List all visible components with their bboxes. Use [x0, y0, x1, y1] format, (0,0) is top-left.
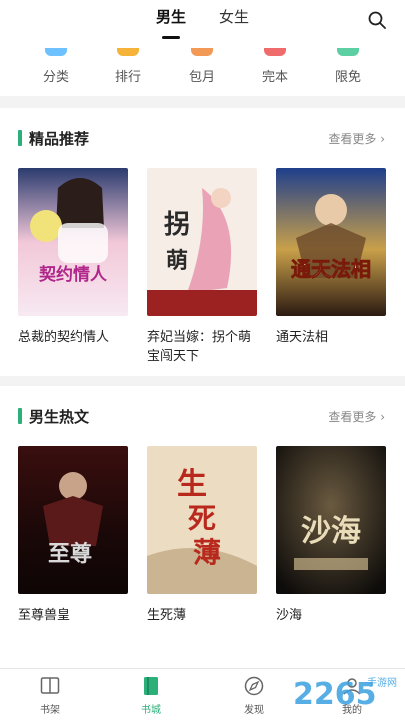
section-header: 精品推荐 查看更多 › [0, 108, 405, 164]
book-title: 通天法相 [276, 330, 329, 345]
bottom-navigation: 书架 书城 发现 我的 [0, 668, 405, 720]
svg-text:通天法相: 通天法相 [291, 257, 371, 281]
bookstore-icon [144, 677, 158, 695]
monthly-icon [191, 48, 213, 56]
category-icon [45, 48, 67, 56]
section-featured: 精品推荐 查看更多 › 契约情人 总裁的契约情人 拐 萌 弃妃当嫁：拐个萌宝闯天… [0, 108, 405, 376]
view-more-link[interactable]: 查看更多 › [328, 408, 385, 425]
book-title: 总裁的契约情人 [18, 330, 110, 345]
book-title: 沙海 [276, 608, 303, 623]
tab-female[interactable]: 女生 [219, 6, 249, 27]
quick-link-label: 分类 [42, 70, 69, 85]
nav-profile[interactable]: 我的 [322, 675, 382, 716]
book-card[interactable]: 拐 萌 弃妃当嫁：拐个萌宝闯天下 [147, 168, 259, 366]
book-card[interactable]: 契约情人 总裁的契约情人 [18, 168, 130, 347]
complete-icon [264, 48, 286, 56]
quick-link-free[interactable]: 限免 [318, 48, 378, 85]
svg-text:薄: 薄 [193, 536, 221, 569]
search-icon[interactable] [367, 10, 387, 30]
gender-tabs: 男生 女生 [0, 6, 405, 39]
view-more-link[interactable]: 查看更多 › [328, 130, 385, 147]
user-icon [343, 678, 361, 695]
nav-label: 我的 [342, 705, 362, 716]
book-cover[interactable]: 通天法相 [276, 168, 386, 316]
nav-bookstore[interactable]: 书城 [121, 675, 181, 716]
book-card[interactable]: 通天法相 通天法相 [276, 168, 388, 347]
bookshelf-icon [40, 677, 60, 694]
book-cover[interactable]: 生 死 薄 [147, 446, 257, 594]
top-header: 男生 女生 [0, 0, 405, 48]
quick-link-label: 排行 [114, 70, 141, 85]
svg-text:至尊: 至尊 [48, 541, 92, 567]
book-cover[interactable]: 拐 萌 [147, 168, 257, 316]
free-icon [337, 48, 359, 56]
section-title: 男生热文 [29, 408, 90, 426]
compass-icon [244, 676, 264, 696]
section-accent-bar [18, 130, 22, 146]
quick-link-label: 完本 [261, 70, 288, 85]
quick-link-category[interactable]: 分类 [26, 48, 86, 85]
quick-link-label: 限免 [334, 70, 361, 85]
svg-text:死: 死 [188, 502, 216, 535]
svg-text:萌: 萌 [166, 248, 188, 274]
svg-text:沙海: 沙海 [301, 514, 361, 549]
quick-link-ranking[interactable]: 排行 [98, 48, 158, 85]
svg-text:拐: 拐 [164, 210, 190, 240]
book-cover[interactable]: 至尊 [18, 446, 128, 594]
book-card[interactable]: 至尊 至尊兽皇 [18, 446, 130, 625]
section-male-hot: 男生热文 查看更多 › 至尊 至尊兽皇 生 死 薄 生死薄 沙海 沙海 [0, 386, 405, 668]
book-card[interactable]: 生 死 薄 生死薄 [147, 446, 259, 625]
tab-male[interactable]: 男生 [156, 6, 186, 39]
book-cover[interactable]: 契约情人 [18, 168, 128, 316]
ranking-icon [117, 48, 139, 56]
quick-link-complete[interactable]: 完本 [245, 48, 305, 85]
book-title: 弃妃当嫁：拐个萌宝闯天下 [147, 330, 252, 364]
book-card[interactable]: 沙海 沙海 [276, 446, 388, 625]
nav-bookshelf[interactable]: 书架 [20, 675, 80, 716]
svg-text:契约情人: 契约情人 [38, 264, 108, 285]
app-screen: 男生 女生 分类 排行 包月 完本 限免 精品推荐 查看更多 › 契约情人 总裁… [0, 0, 405, 720]
quick-category-bar: 分类 排行 包月 完本 限免 [0, 48, 405, 96]
section-header: 男生热文 查看更多 › [0, 386, 405, 442]
nav-discover[interactable]: 发现 [224, 675, 284, 716]
quick-link-monthly[interactable]: 包月 [172, 48, 232, 85]
section-title: 精品推荐 [29, 130, 90, 148]
nav-label: 书架 [40, 705, 60, 716]
nav-label: 书城 [141, 705, 161, 716]
book-title: 生死薄 [147, 608, 187, 623]
svg-text:生: 生 [177, 467, 207, 502]
book-title: 至尊兽皇 [18, 608, 71, 623]
quick-link-label: 包月 [188, 70, 215, 85]
book-cover[interactable]: 沙海 [276, 446, 386, 594]
section-accent-bar [18, 408, 22, 424]
nav-label: 发现 [244, 705, 264, 716]
